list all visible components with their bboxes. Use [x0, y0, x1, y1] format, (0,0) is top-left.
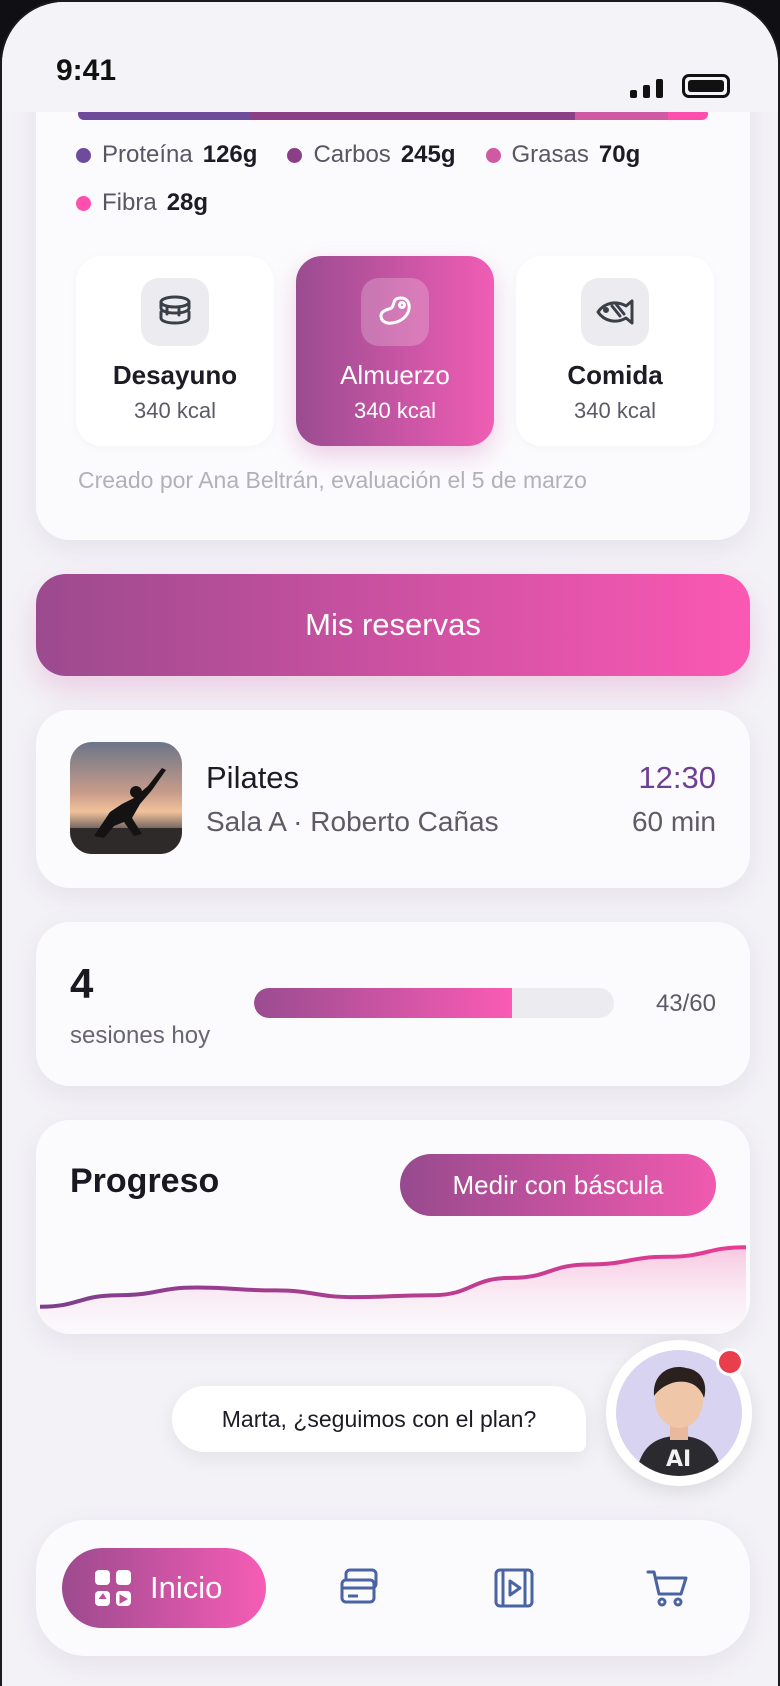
- sessions-progress-bar: [254, 988, 614, 1018]
- legend-value: 28g: [166, 189, 209, 216]
- nav-item-inicio[interactable]: Inicio: [62, 1548, 266, 1628]
- legend-item-fat: Grasas 70g: [485, 141, 641, 169]
- sessions-count: 4: [70, 960, 94, 1007]
- legend-dot: [287, 147, 303, 163]
- class-thumbnail: [70, 742, 182, 854]
- legend-dot: [76, 195, 91, 211]
- battery-icon: [682, 74, 730, 98]
- progress-title: Progreso: [70, 1162, 220, 1200]
- meal-card-almuerzo[interactable]: Almuerzo 340 kcal: [296, 256, 494, 446]
- cart-icon[interactable]: [646, 1566, 690, 1610]
- meal-selector: Desayuno 340 kcal Almuerzo 340 kcal Comi…: [76, 256, 716, 446]
- legend-dot: [485, 147, 501, 163]
- meat-icon: [361, 278, 429, 346]
- cards-icon[interactable]: [338, 1566, 382, 1610]
- plan-creator-note: Creado por Ana Beltrán, evaluación el 5 …: [78, 467, 587, 493]
- nutrition-card: Proteína 126g Carbos 245g Grasas 70g Fib…: [36, 42, 750, 540]
- legend-label: Proteína: [102, 141, 193, 168]
- class-title: Pilates: [206, 760, 300, 795]
- fish-icon: [581, 278, 649, 346]
- class-location-instructor: Sala A · Roberto Cañas: [206, 806, 499, 837]
- meal-name: Desayuno: [112, 360, 238, 390]
- measure-with-scale-button[interactable]: Medir con báscula: [400, 1154, 716, 1216]
- progress-trend-chart: [39, 1245, 747, 1334]
- meal-card-comida[interactable]: Comida 340 kcal: [516, 256, 714, 446]
- meal-card-desayuno[interactable]: Desayuno 340 kcal: [76, 256, 274, 446]
- class-card[interactable]: Pilates Sala A · Roberto Cañas 12:30 60 …: [36, 710, 750, 888]
- sessions-label: sesiones hoy: [70, 1022, 211, 1049]
- video-icon[interactable]: [492, 1566, 536, 1610]
- status-bar: 9:41: [2, 2, 778, 112]
- progress-card: Progreso Medir con báscula: [36, 1120, 750, 1334]
- signal-icon: [630, 78, 666, 98]
- legend-label: Grasas: [511, 141, 589, 168]
- meal-kcal: 340 kcal: [134, 398, 216, 423]
- legend-dot: [76, 147, 91, 163]
- sessions-progress-text: 43/60: [655, 990, 716, 1017]
- class-duration: 60 min: [631, 806, 716, 837]
- nav-label-inicio: Inicio: [150, 1570, 223, 1605]
- class-time: 12:30: [638, 760, 716, 795]
- macro-legend: Proteína 126g Carbos 245g Grasas 70g Fib…: [76, 140, 726, 236]
- status-time: 9:41: [56, 54, 117, 87]
- legend-item-carbs: Carbos 245g: [287, 141, 456, 169]
- legend-value: 126g: [202, 141, 258, 168]
- legend-label: Fibra: [102, 189, 157, 216]
- legend-value: 70g: [598, 141, 641, 168]
- sessions-card: 4 sesiones hoy 43/60: [36, 922, 750, 1086]
- legend-item-protein: Proteína 126g: [76, 141, 257, 169]
- assistant-message-bubble[interactable]: Marta, ¿seguimos con el plan?: [172, 1386, 586, 1452]
- phone-screen: 9:41 Proteína 126g Carbos 245g Grasas 70…: [0, 0, 780, 1686]
- meal-kcal: 340 kcal: [354, 398, 436, 423]
- meal-kcal: 340 kcal: [574, 398, 656, 423]
- grid-icon: [95, 1570, 131, 1606]
- legend-label: Carbos: [313, 141, 391, 168]
- sessions-progress-fill: [254, 988, 512, 1018]
- meal-name: Almuerzo: [340, 360, 450, 390]
- legend-item-fiber: Fibra 28g: [76, 189, 208, 217]
- my-reservations-button[interactable]: Mis reservas: [36, 574, 750, 676]
- bottom-navigation: Inicio: [36, 1520, 750, 1656]
- legend-value: 245g: [400, 141, 456, 168]
- meal-name: Comida: [567, 360, 663, 390]
- notification-badge: [716, 1348, 744, 1376]
- pancakes-icon: [141, 278, 209, 346]
- avatar-ai-label: AI: [666, 1447, 691, 1472]
